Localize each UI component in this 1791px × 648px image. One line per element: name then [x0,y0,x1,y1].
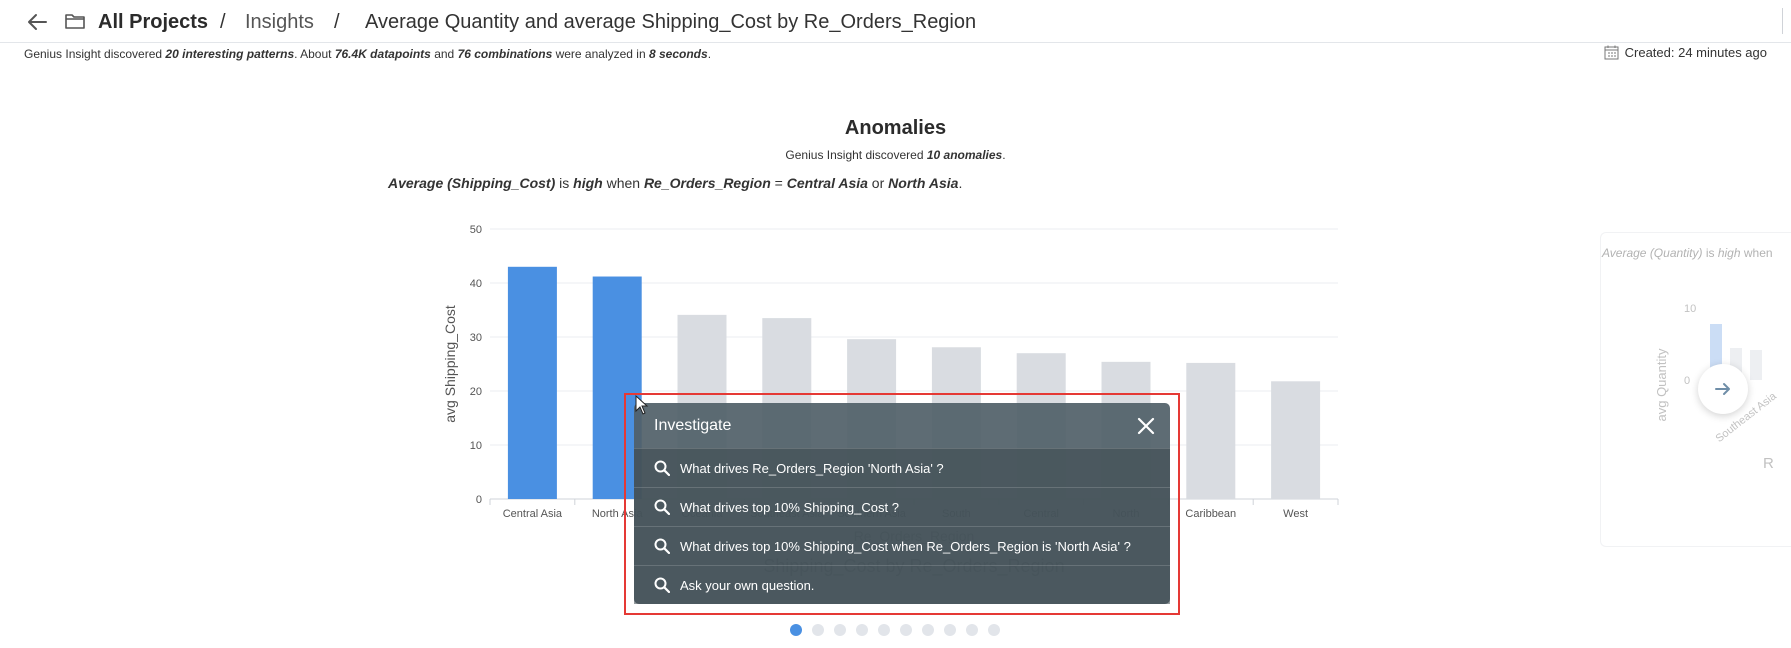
insight-text: = [770,175,787,191]
option-label: What drives top 10% Shipping_Cost when R… [680,538,1131,554]
breadcrumb-all-projects[interactable]: All Projects [98,11,208,34]
subtitle-text: Genius Insight discovered [785,148,927,162]
search-icon [654,460,670,476]
y-tick-label: 20 [470,386,482,398]
popup-header: Investigate [634,403,1170,448]
investigate-option-top-shipping[interactable]: What drives top 10% Shipping_Cost ? [634,487,1170,526]
y-tick-label: 40 [470,278,482,290]
created-info: Created: 24 minutes ago [1604,45,1767,60]
summary-datapoints: 76.4K datapoints [334,47,431,61]
search-icon [654,499,670,515]
x-tick-label: West [1283,508,1308,520]
preview-text: when [1740,246,1773,260]
summary-text: and [430,47,458,61]
insight-statement: Average (Shipping_Cost) is high when Re_… [388,175,962,191]
preview-bar [1750,350,1762,380]
summary-patterns: 20 interesting patterns [165,47,295,61]
top-bar: All Projects / Insights / Average Quanti… [0,0,1791,43]
pagination-dots [790,624,1000,636]
preview-insight-statement: Average (Quantity) is high when [1602,246,1773,260]
breadcrumb-separator: / [334,11,340,33]
summary-text: were analyzed in [552,47,649,61]
breadcrumb-insights[interactable]: Insights [245,11,314,34]
insight-text: . [958,175,963,191]
mouse-cursor-icon [635,395,649,415]
summary-text: Genius Insight discovered [24,47,166,61]
insight-text: when [602,175,644,191]
y-axis-label: avg Shipping_Cost [442,305,458,423]
page-title: Average Quantity and average Shipping_Co… [365,11,977,33]
popup-title: Investigate [654,416,732,434]
summary-combinations: 76 combinations [457,47,553,61]
option-label: What drives Re_Orders_Region 'North Asia… [680,460,944,476]
insight-value-1: Central Asia [786,175,868,191]
insight-dimension: Re_Orders_Region [643,175,771,191]
insight-value-2: North Asia [888,175,959,191]
option-label: Ask your own question. [680,577,815,593]
back-arrow-icon[interactable] [24,10,50,34]
pagination-dot[interactable] [988,624,1000,636]
investigate-popup: Investigate What drives Re_Orders_Region… [634,403,1170,604]
header-divider [1782,8,1783,34]
card-title: Anomalies [844,117,947,139]
summary-seconds: 8 seconds [648,47,708,61]
pagination-dot[interactable] [812,624,824,636]
insight-level: high [573,175,603,191]
pagination-dot[interactable] [856,624,868,636]
pagination-dot[interactable] [966,624,978,636]
x-tick-label: Central Asia [503,508,563,520]
preview-text: is [1702,246,1718,260]
breadcrumb-separator: / [220,11,226,33]
y-tick-label: 50 [470,224,482,236]
pagination-dot[interactable] [922,624,934,636]
pagination-dot[interactable] [834,624,846,636]
search-icon [654,538,670,554]
folder-icon [65,14,85,29]
analysis-summary: Genius Insight discovered 20 interesting… [24,47,711,61]
preview-measure: Average (Quantity) [1602,246,1703,260]
summary-text: . [707,47,712,61]
bar [1271,381,1321,499]
investigate-option-region[interactable]: What drives Re_Orders_Region 'North Asia… [634,448,1170,487]
investigate-option-top-shipping-region[interactable]: What drives top 10% Shipping_Cost when R… [634,526,1170,565]
subtitle-text: . [1002,148,1006,162]
close-icon[interactable] [1134,414,1158,438]
search-icon [654,577,670,593]
y-tick-label: 10 [470,440,482,452]
x-tick-label: Caribbean [1185,508,1236,520]
preview-chart: avg Quantity 10 0 Southeast Asia R [1654,303,1779,472]
pagination-dot[interactable] [878,624,890,636]
insight-measure: Average (Shipping_Cost) [388,175,556,191]
preview-axis-letter: R [1763,455,1774,472]
option-label: What drives top 10% Shipping_Cost ? [680,499,899,515]
insight-text: or [867,175,889,191]
summary-text: . About [294,47,335,61]
anomaly-count: 10 anomalies [926,148,1003,162]
y-tick-label: 30 [470,332,482,344]
preview-ytick-0: 0 [1684,375,1690,387]
pagination-dot[interactable] [900,624,912,636]
y-tick-label: 0 [476,494,482,506]
arrow-right-icon [1715,383,1730,395]
investigate-option-ask-own[interactable]: Ask your own question. [634,565,1170,604]
card-subtitle: Genius Insight discovered 10 anomalies. [0,148,1791,162]
next-insight-button[interactable] [1698,364,1748,414]
preview-ylabel: avg Quantity [1654,348,1669,421]
pagination-dot[interactable] [790,624,802,636]
insight-text: is [555,175,574,191]
pagination-dot[interactable] [944,624,956,636]
created-time: Created: 24 minutes ago [1624,45,1767,60]
calendar-icon [1604,45,1619,60]
bar [507,266,557,499]
bar [1186,362,1236,499]
preview-level: high [1717,246,1741,260]
preview-ytick-10: 10 [1684,303,1696,315]
